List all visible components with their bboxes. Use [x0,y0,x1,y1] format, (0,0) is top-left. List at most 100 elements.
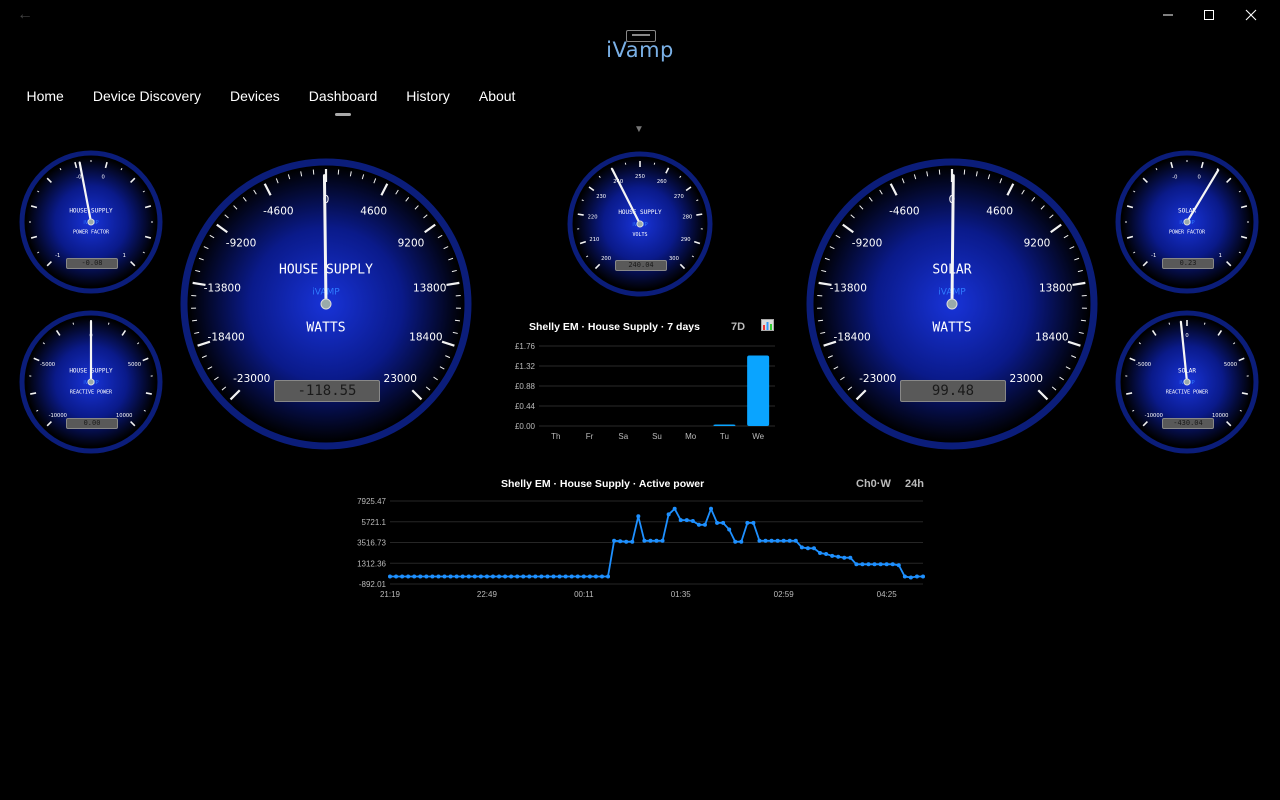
data-point [769,538,774,543]
data-point [545,574,550,579]
gauge-tick-label: 23000 [1010,373,1043,385]
data-point [442,574,447,579]
gauge-tick-label: -1 [55,253,60,259]
data-point [842,555,847,560]
maximize-icon[interactable] [1186,0,1232,30]
data-point [824,551,829,556]
gauge-tick-label: -0 [1172,175,1177,181]
solar-reactive-gauge: -10000-50000500010000SOLARiVAMPREACTIVE … [1115,310,1259,454]
solar-main-gauge: -23000-18400-13800-9200-4600046009200138… [806,158,1098,450]
house-volts-gauge: 200210220230240250260270280290300HOUSE S… [567,151,713,297]
solar-main-readout: 99.48 [900,379,1006,402]
gauge-hub [320,298,332,310]
gauge-tick-label: -1 [1151,253,1156,259]
power-range-button[interactable]: 24h [905,478,924,490]
title-bar: ← [0,0,1280,30]
data-point [799,545,804,550]
data-point [636,514,641,519]
data-point [860,562,865,567]
data-point [551,574,556,579]
gauge-needle [950,174,955,310]
minimize-icon[interactable] [1145,0,1191,30]
data-point [624,539,629,544]
data-point [805,546,810,551]
power-line-chart: -892.01 1312.36 3516.73 5721.1 7925.47 21:19 2… [357,497,925,599]
data-point [478,574,483,579]
data-point [745,520,750,525]
x-tick-label: 04:25 [877,590,898,599]
data-point [642,538,647,543]
data-point [914,574,919,579]
gauge-tick-label: 280 [682,214,692,220]
gauge-tick [1203,322,1206,325]
chevron-down-icon[interactable]: ▼ [634,124,644,135]
nav-about[interactable]: About [464,82,530,112]
gauge-unit: POWER FACTOR [1169,230,1206,236]
data-point [490,574,495,579]
gauge-tick-label: 300 [669,256,679,262]
x-tick-label: Th [551,432,560,441]
data-point [684,518,689,523]
x-tick-label: We [752,432,764,441]
data-point [418,574,423,579]
data-point [757,538,762,543]
data-point [497,574,502,579]
gauge-tick-label: -4600 [263,205,294,217]
x-tick-label: Mo [685,432,697,441]
data-point [503,574,508,579]
nav-device-discovery[interactable]: Device Discovery [78,82,215,112]
gauge-tick-label: 9200 [1024,237,1051,249]
y-tick-label: £0.88 [515,382,536,391]
data-point [921,574,925,579]
gauge-unit: VOLTS [632,232,647,238]
close-icon[interactable] [1228,0,1274,30]
nav-home[interactable]: Home [12,82,78,112]
gauge-tick-label: -18400 [208,331,245,343]
bar [713,424,736,426]
series-line [390,506,923,579]
data-point [702,522,707,527]
data-point [527,574,532,579]
data-point [678,518,683,523]
x-tick-label: 22:49 [477,590,498,599]
data-point [648,538,653,543]
data-point [533,574,538,579]
gauge-tick-label: 260 [657,179,667,185]
gauge-hub [1183,218,1191,226]
gauge-tick-label: -4600 [889,205,920,217]
data-point [896,563,901,568]
data-point [466,574,471,579]
data-point [472,574,477,579]
gauge-tick [192,319,198,322]
x-tick-label: 01:35 [671,590,692,599]
data-point [612,538,617,543]
gauge-tick-label: 10000 [1212,413,1229,419]
data-point [751,520,756,525]
house-reactive-gauge: -10000-50000500010000HOUSE SUPPLYiVAMPRE… [19,310,163,454]
nav-history[interactable]: History [392,82,465,112]
nav-devices[interactable]: Devices [216,82,295,112]
x-tick-label: Sa [618,432,628,441]
house-main-gauge: -23000-18400-13800-9200-4600046009200138… [180,158,472,450]
data-point [709,506,714,511]
arrow-left-icon[interactable]: ← [14,6,36,24]
bar-chart-icon[interactable] [761,319,774,334]
data-point [460,574,465,579]
data-point [884,562,889,567]
gauge-tick-label: -5000 [40,362,55,368]
channel-selector[interactable]: Ch0·W [856,478,891,490]
data-point [388,574,392,579]
gauge-title: HOUSE SUPPLY [618,209,662,216]
data-point [563,574,568,579]
data-point [406,574,411,579]
data-point [690,519,695,524]
data-point [515,574,520,579]
main-nav: Home Device Discovery Devices Dashboard … [12,82,530,116]
data-point [448,574,453,579]
nav-dashboard[interactable]: Dashboard [294,82,392,116]
x-tick-label: 00:11 [574,590,594,599]
gauge-hub [87,218,95,226]
cost-range-button[interactable]: 7D [731,321,745,333]
data-point [606,574,611,579]
gauge-tick-label: 23000 [384,373,417,385]
